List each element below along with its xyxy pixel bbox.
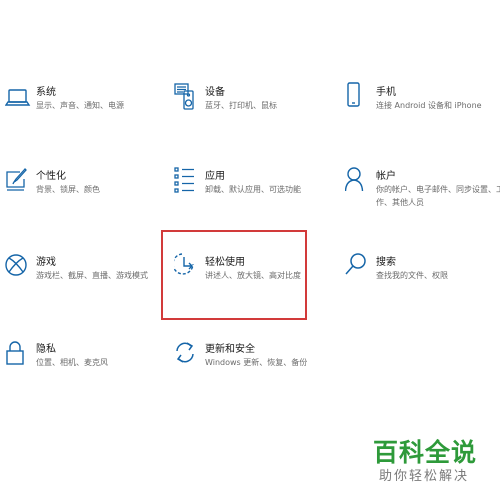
- tile-privacy[interactable]: 隐私 位置、相机、麦克风: [5, 339, 155, 379]
- search-icon: [345, 252, 371, 282]
- tile-phone[interactable]: 手机 连接 Android 设备和 iPhone: [345, 82, 495, 122]
- xbox-icon: [5, 252, 31, 282]
- tile-apps[interactable]: 应用 卸载、默认应用、可选功能: [174, 166, 324, 206]
- tile-personalization-desc: 背景、锁屏、颜色: [36, 185, 100, 194]
- tile-personalization-title: 个性化: [36, 171, 66, 182]
- tile-accounts-desc: 你的帐户、电子邮件、同步设置、工作、其他人员: [376, 185, 500, 207]
- tile-privacy-title: 隐私: [36, 344, 56, 355]
- tile-search-title: 搜索: [376, 257, 396, 268]
- tile-update-security-desc: Windows 更新、恢复、备份: [205, 358, 308, 367]
- tile-gaming[interactable]: 游戏 游戏栏、截屏、直播、游戏模式: [5, 252, 155, 292]
- laptop-icon: [5, 82, 31, 112]
- tile-devices-desc: 蓝牙、打印机、鼠标: [205, 101, 277, 110]
- tile-gaming-title: 游戏: [36, 257, 56, 268]
- tile-update-security[interactable]: 更新和安全 Windows 更新、恢复、备份: [174, 339, 324, 379]
- tile-update-security-title: 更新和安全: [205, 344, 255, 355]
- lock-icon: [5, 339, 31, 369]
- keyboard-speaker-icon: [174, 82, 200, 112]
- tile-system-desc: 显示、声音、通知、电源: [36, 101, 124, 110]
- person-icon: [345, 166, 371, 196]
- tile-devices[interactable]: 设备 蓝牙、打印机、鼠标: [174, 82, 324, 122]
- tile-gaming-desc: 游戏栏、截屏、直播、游戏模式: [36, 271, 148, 280]
- tile-apps-desc: 卸载、默认应用、可选功能: [205, 185, 301, 194]
- apps-list-icon: [174, 166, 200, 196]
- tile-accounts[interactable]: 帐户 你的帐户、电子邮件、同步设置、工作、其他人员: [345, 166, 500, 207]
- tile-devices-title: 设备: [205, 87, 225, 98]
- watermark: 百科全说 助你轻松解决: [373, 438, 493, 486]
- tile-search[interactable]: 搜索 查找我的文件、权限: [345, 252, 495, 292]
- settings-page: 系统 显示、声音、通知、电源 设备 蓝牙、打印机、鼠标 手机 连接 Androi…: [0, 0, 500, 500]
- watermark-logo-text: 百科全说: [373, 438, 478, 467]
- tile-phone-desc: 连接 Android 设备和 iPhone: [376, 101, 482, 110]
- phone-icon: [345, 82, 371, 112]
- watermark-slogan: 助你轻松解决: [379, 469, 470, 484]
- tile-personalization[interactable]: 个性化 背景、锁屏、颜色: [5, 166, 155, 206]
- tile-privacy-desc: 位置、相机、麦克风: [36, 358, 108, 367]
- paint-brush-icon: [5, 166, 31, 196]
- tile-system-title: 系统: [36, 87, 56, 98]
- tile-phone-title: 手机: [376, 87, 396, 98]
- tile-apps-title: 应用: [205, 171, 225, 182]
- tile-search-desc: 查找我的文件、权限: [376, 271, 448, 280]
- tile-accounts-title: 帐户: [376, 171, 396, 182]
- highlight-box: [161, 230, 307, 320]
- tile-system[interactable]: 系统 显示、声音、通知、电源: [5, 82, 155, 122]
- refresh-icon: [174, 339, 200, 369]
